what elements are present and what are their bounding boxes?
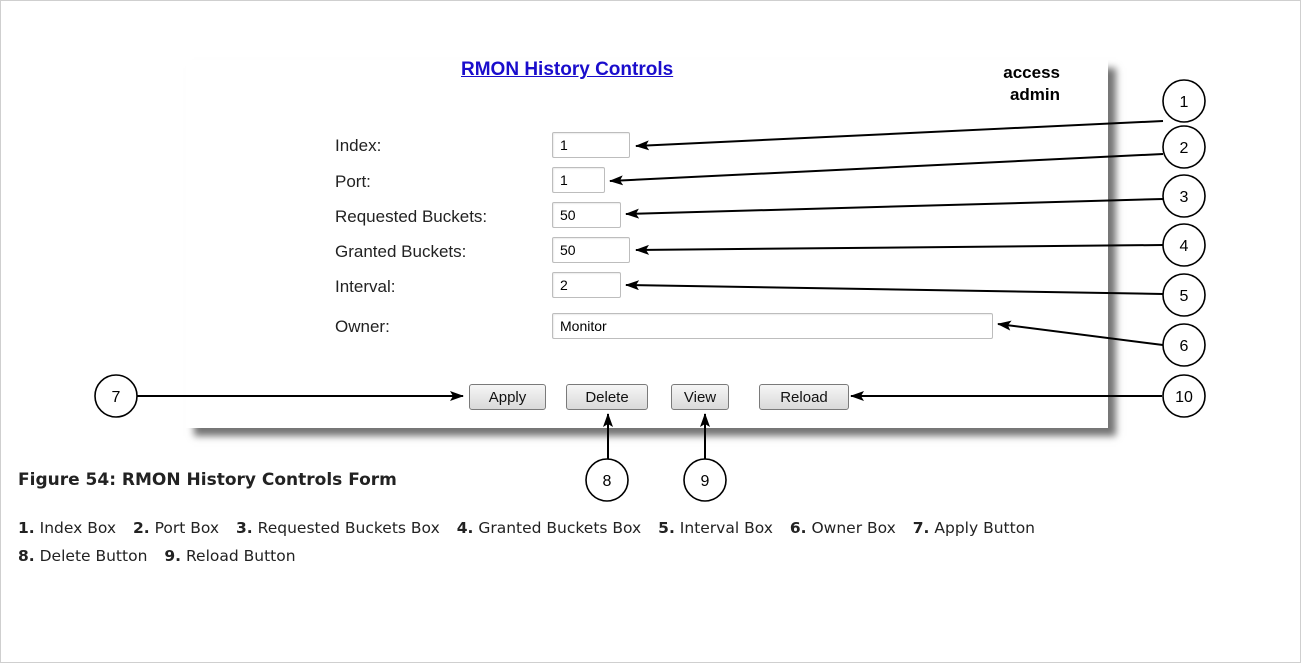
- legend-item: 9. Reload Button: [164, 547, 296, 565]
- legend-item: 1. Index Box: [18, 519, 117, 537]
- callout-4-arrow: [635, 244, 1164, 255]
- callout-6-arrow: [997, 320, 1164, 346]
- legend-item: 7. Apply Button: [912, 519, 1035, 537]
- callout-9-number: 9: [701, 473, 710, 490]
- legend-item: 5. Interval Box: [658, 519, 773, 537]
- callout-2-arrow: [609, 153, 1164, 186]
- callout-1-arrow: [635, 120, 1164, 151]
- callout-4-number: 4: [1180, 238, 1189, 255]
- callout-3-arrow: [625, 198, 1164, 219]
- legend-item: 6. Owner Box: [789, 519, 896, 537]
- callout-10-number: 10: [1175, 389, 1193, 406]
- callout-3-number: 3: [1180, 189, 1189, 206]
- legend-item: 2. Port Box: [132, 519, 220, 537]
- callout-5-number: 5: [1180, 288, 1189, 305]
- callout-1-number: 1: [1180, 94, 1189, 111]
- figure-legend: 1. Index Box 2. Port Box 3. Requested Bu…: [18, 514, 1278, 570]
- legend-item: 8. Delete Button: [18, 547, 148, 565]
- callout-2-number: 2: [1180, 140, 1189, 157]
- callout-8-number: 8: [603, 473, 612, 490]
- callout-5-arrow: [625, 280, 1164, 295]
- figure-caption: Figure 54: RMON History Controls Form: [18, 470, 397, 490]
- legend-item: 3. Requested Buckets Box: [236, 519, 440, 537]
- callout-6-number: 6: [1180, 338, 1189, 355]
- legend-item: 4. Granted Buckets Box: [456, 519, 642, 537]
- callout-7-number: 7: [112, 389, 121, 406]
